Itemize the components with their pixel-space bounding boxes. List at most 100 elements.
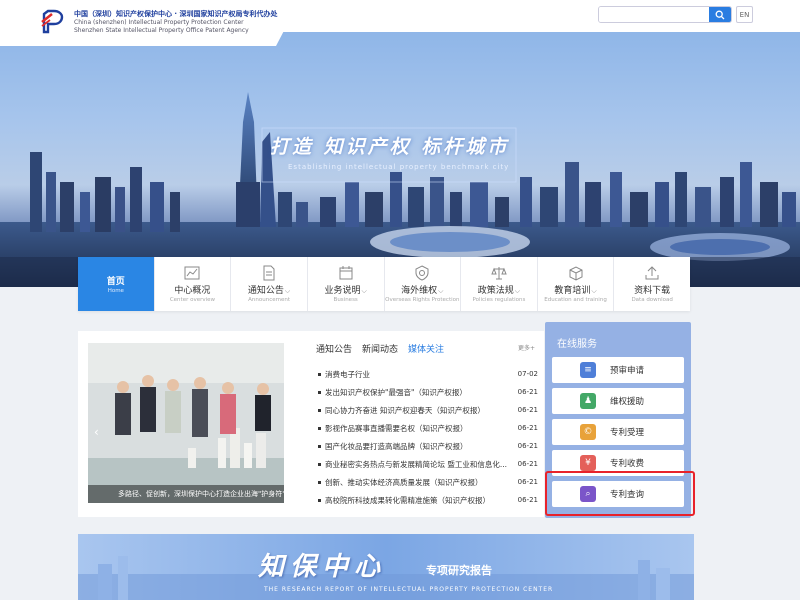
bullet [318,372,321,376]
service-label: 专利收费 [610,459,645,469]
banner-subtitle-cn: 专项研究报告 [426,564,492,577]
scale-icon [491,267,507,280]
news-title: 消费电子行业 [325,369,370,379]
news-panel: ‹ 多路径、促创新，深圳保护中心打造企业出海"护身符" 通知公告 新闻动态 媒体… [78,331,544,517]
slogan-en: Establishing intellectual property bench… [288,163,510,171]
nav-label: 教育培训⌵ [554,283,596,296]
search-button[interactable] [709,7,731,22]
news-title: 发出知识产权保护"最强音"（知识产权报） [325,387,467,397]
nav-label: 海外维权⌵ [401,283,443,296]
search-icon [715,10,725,19]
news-photo [88,343,284,503]
photo-caption: 多路径、促创新，深圳保护中心打造企业出海"护身符" [88,485,284,503]
patent-acceptance-button[interactable]: © 专利受理 [552,419,684,445]
logo-icon [41,9,64,34]
list-item[interactable]: 高校院所科技成果转化需精准施策（知识产权报） 06-21 [318,491,538,509]
bullet [318,390,321,394]
service-label: 维权援助 [610,397,645,407]
chart-icon [184,266,200,280]
news-title: 创新、推动实体经济高质量发展（知识产权报） [325,477,483,487]
more-link[interactable]: 更多+ [518,343,535,352]
tab-media[interactable]: 媒体关注 [408,342,444,355]
service-label: 专利受理 [610,428,645,438]
assistance-icon: ♟ [580,393,596,409]
hero-banner: 打造 知识产权 标杆城市 Establishing intellectual p… [0,32,800,287]
upload-icon [645,266,659,280]
news-title: 商业秘密实务热点与新发展精简论坛 暨工业和信息化... [325,459,508,469]
application-icon: ≡ [580,362,596,378]
chevron-down-icon: ⌵ [438,287,444,295]
banner-slogan: 打造 知识产权 标杆城市 Establishing intellectual p… [270,132,520,172]
rights-assistance-button[interactable]: ♟ 维权援助 [552,388,684,414]
nav-sub: Business [333,297,358,303]
bullet [318,408,321,412]
list-item[interactable]: 消费电子行业 07-02 [318,365,538,383]
shield-icon [415,265,429,281]
bullet [318,426,321,430]
bullet [318,462,321,466]
nav-label-text: 政策法规 [477,286,514,296]
news-title: 国产化妆品要打造高端品牌（知识产权报） [325,441,468,451]
banner-title-en: THE RESEARCH REPORT OF INTELLECTUAL PROP… [264,586,554,593]
nav-label-text: 海外维权 [401,286,438,296]
nav-label: 首页 [106,277,125,287]
document-icon [263,265,275,281]
nav-overseas-rights[interactable]: 海外维权⌵ Overseas Rights Protection [385,257,462,311]
news-title: 同心协力齐奋进 知识产权迎春天（知识产权报） [325,405,485,415]
nav-label: 中心概况 [174,286,211,296]
chevron-down-icon: ⌵ [284,287,291,295]
nav-label-text: 业务说明 [324,286,361,296]
nav-data-download[interactable]: 资料下载 Data download [614,257,690,311]
fee-icon: ¥ [580,455,596,471]
news-tabs: 通知公告 新闻动态 媒体关注 [316,342,444,355]
list-item[interactable]: 发出知识产权保护"最强音"（知识产权报） 06-21 [318,383,538,401]
bullet [318,498,321,502]
news-date: 06-21 [517,460,538,468]
nav-sub: Overseas Rights Protection [385,297,460,303]
tab-news[interactable]: 新闻动态 [362,342,398,355]
research-report-banner[interactable]: 知保中心 专项研究报告 THE RESEARCH REPORT OF INTEL… [78,534,694,600]
chevron-down-icon: ⌵ [514,287,521,295]
list-item[interactable]: 同心协力齐奋进 知识产权迎春天（知识产权报） 06-21 [318,401,538,419]
nav-sub: Center overview [169,297,216,303]
tab-notices[interactable]: 通知公告 [316,342,352,355]
search-input[interactable] [599,7,711,22]
news-date: 06-21 [517,478,538,486]
list-item[interactable]: 影视作品赛事直播需要名权（知识产权报） 06-21 [318,419,538,437]
org-name-en-2: Shenzhen State Intellectual Property Off… [74,27,249,34]
nav-sub: Data download [631,297,673,303]
logo-area[interactable]: 中国（深圳）知识产权保护中心 · 深圳国家知识产权局专利代办处 China (s… [0,0,300,46]
main-nav: 首页 Home 中心概况 Center overview 通知公告⌵ Annou… [78,257,690,311]
nav-education[interactable]: 教育培训⌵ Education and training [538,257,615,311]
slogan-cn: 打造 知识产权 标杆城市 [270,136,510,158]
nav-label-text: 教育培训 [554,286,591,296]
nav-policies[interactable]: 政策法规⌵ Policies regulations [461,257,538,311]
news-date: 07-02 [517,370,538,378]
nav-label: 资料下载 [634,286,671,296]
list-item[interactable]: 国产化妆品要打造高端品牌（知识产权报） 06-21 [318,437,538,455]
list-item[interactable]: 商业秘密实务热点与新发展精简论坛 暨工业和信息化... 06-21 [318,455,538,473]
news-date: 06-21 [517,496,538,504]
service-label: 预审申请 [610,366,645,376]
news-photo-carousel[interactable]: ‹ 多路径、促创新，深圳保护中心打造企业出海"护身符" [88,343,284,503]
news-list: 消费电子行业 07-02 发出知识产权保护"最强音"（知识产权报） 06-21 同心… [318,365,538,509]
chevron-left-icon[interactable]: ‹ [94,425,99,439]
language-toggle-button[interactable]: EN [736,6,753,23]
bullet [318,444,321,448]
calendar-icon [339,266,353,280]
org-name-en-1: China (shenzhen) Intellectual Property P… [74,19,244,26]
news-date: 06-21 [517,388,538,396]
list-item[interactable]: 创新、推动实体经济高质量发展（知识产权报） 06-21 [318,473,538,491]
box-icon [569,266,583,281]
nav-sub: Home [107,288,124,294]
pre-examination-application-button[interactable]: ≡ 预审申请 [552,357,684,383]
nav-business[interactable]: 业务说明⌵ Business [308,257,385,311]
news-date: 06-21 [517,442,538,450]
nav-label: 政策法规⌵ [478,283,520,296]
nav-announcement[interactable]: 通知公告⌵ Announcement [231,257,308,311]
nav-center-overview[interactable]: 中心概况 Center overview [155,257,232,311]
services-title: 在线服务 [557,339,597,350]
nav-home[interactable]: 首页 Home [78,257,155,311]
search-box [598,6,732,23]
news-title: 影视作品赛事直播需要名权（知识产权报） [325,423,468,433]
